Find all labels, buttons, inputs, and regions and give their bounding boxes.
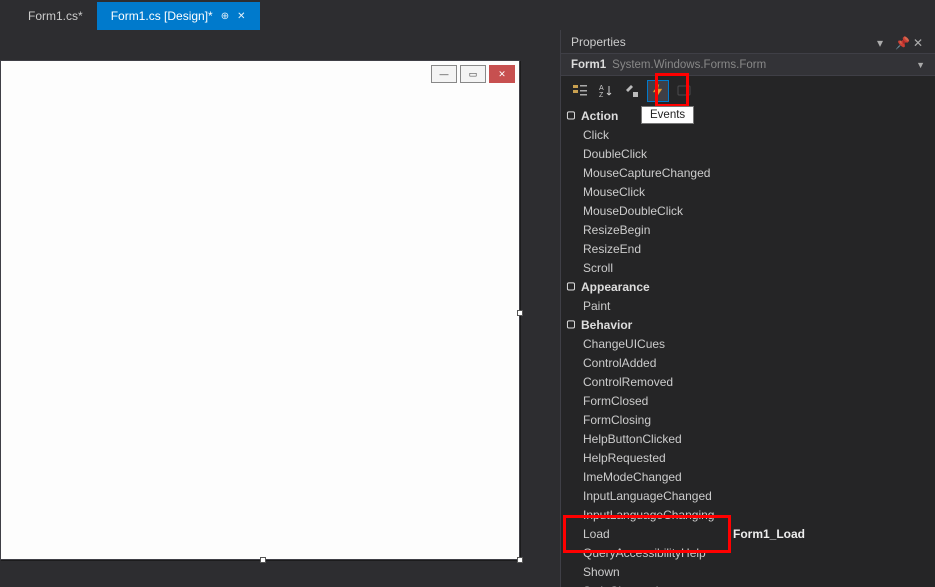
event-name: MouseDoubleClick [561,204,729,218]
category-appearance[interactable]: ▢ Appearance [561,277,935,296]
category-label: Appearance [581,280,650,294]
event-name: Scroll [561,261,729,275]
event-name: MouseClick [561,185,729,199]
collapse-icon[interactable]: ▢ [565,319,577,330]
event-row-inputlanguagechanged[interactable]: InputLanguageChanged [561,486,935,505]
properties-toolbar: AZ Events [561,76,935,106]
category-behavior[interactable]: ▢ Behavior [561,315,935,334]
event-name: HelpButtonClicked [561,432,729,446]
properties-panel: Properties ▾ 📌 ✕ Form1 System.Windows.Fo… [560,30,935,587]
event-name: InputLanguageChanged [561,489,729,503]
event-row-click[interactable]: Click [561,125,935,144]
event-name: ChangeUICues [561,337,729,351]
event-name: ResizeEnd [561,242,729,256]
tab-label: Form1.cs [Design]* [111,9,213,23]
event-row-changeuicues[interactable]: ChangeUICues [561,334,935,353]
properties-panel-header: Properties ▾ 📌 ✕ [561,30,935,54]
events-tooltip: Events [641,106,694,124]
properties-title: Properties [571,35,626,49]
event-name: ResizeBegin [561,223,729,237]
dropdown-icon[interactable]: ▾ [877,36,889,48]
event-name: FormClosed [561,394,729,408]
form-canvas[interactable]: — ▭ ✕ [0,60,520,560]
properties-button[interactable] [621,80,643,102]
pin-icon[interactable]: 📌 [895,36,907,48]
event-name: FormClosing [561,413,729,427]
event-name: QueryAccessibilityHelp [561,546,729,560]
close-icon[interactable]: ✕ [913,36,925,48]
event-name: Shown [561,565,729,579]
minimize-button[interactable]: — [431,65,457,83]
event-row-mousecapturechanged[interactable]: MouseCaptureChanged [561,163,935,182]
svg-text:A: A [599,85,604,92]
tab-form1-design[interactable]: Form1.cs [Design]* ⊕ ✕ [97,2,260,30]
event-name: StyleChanged [561,584,729,587]
categorized-button[interactable] [569,80,591,102]
event-row-formclosing[interactable]: FormClosing [561,410,935,429]
event-row-queryaccessibilityhelp[interactable]: QueryAccessibilityHelp [561,543,935,562]
close-icon[interactable]: ✕ [237,11,245,22]
event-name: Click [561,128,729,142]
resize-grip-s[interactable] [260,557,266,563]
event-row-paint[interactable]: Paint [561,296,935,315]
window-close-button[interactable]: ✕ [489,65,515,83]
selected-object-combo[interactable]: Form1 System.Windows.Forms.Form ▼ [561,54,935,76]
event-name: DoubleClick [561,147,729,161]
chevron-down-icon: ▼ [916,60,925,70]
event-name: ControlAdded [561,356,729,370]
tab-label: Form1.cs* [28,9,83,23]
event-name: MouseCaptureChanged [561,166,729,180]
collapse-icon[interactable]: ▢ [565,281,577,292]
event-name: HelpRequested [561,451,729,465]
resize-grip-e[interactable] [517,310,523,316]
event-row-mousedoubleclick[interactable]: MouseDoubleClick [561,201,935,220]
category-label: Behavior [581,318,632,332]
event-row-controladded[interactable]: ControlAdded [561,353,935,372]
event-row-imemodechanged[interactable]: ImeModeChanged [561,467,935,486]
event-row-scroll[interactable]: Scroll [561,258,935,277]
event-name: Load [561,527,729,541]
event-row-inputlanguagechanging[interactable]: InputLanguageChanging [561,505,935,524]
selected-object-type: System.Windows.Forms.Form [612,59,766,71]
form-titlebar: — ▭ ✕ [428,61,519,87]
tab-form1-cs[interactable]: Form1.cs* [14,2,97,30]
event-name: InputLanguageChanging [561,508,729,522]
event-row-controlremoved[interactable]: ControlRemoved [561,372,935,391]
resize-grip-se[interactable] [517,557,523,563]
messages-button [673,80,695,102]
event-row-resizebegin[interactable]: ResizeBegin [561,220,935,239]
event-row-load[interactable]: LoadForm1_Load [561,524,935,543]
event-name: ImeModeChanged [561,470,729,484]
event-row-helprequested[interactable]: HelpRequested [561,448,935,467]
maximize-button[interactable]: ▭ [460,65,486,83]
category-action[interactable]: ▢ Action [561,106,935,125]
selected-object-name: Form1 [571,59,606,71]
event-name: Paint [561,299,729,313]
event-row-shown[interactable]: Shown [561,562,935,581]
form-designer-surface[interactable]: — ▭ ✕ [0,30,560,587]
document-tabstrip: Form1.cs* Form1.cs [Design]* ⊕ ✕ [0,0,935,30]
pin-icon[interactable]: ⊕ [221,11,229,22]
alphabetical-button[interactable]: AZ [595,80,617,102]
collapse-icon[interactable]: ▢ [565,110,577,121]
event-row-stylechanged[interactable]: StyleChanged [561,581,935,587]
properties-grid[interactable]: ▢ Action Click DoubleClick MouseCaptureChang… [561,106,935,587]
event-row-helpbuttonclicked[interactable]: HelpButtonClicked [561,429,935,448]
event-row-doubleclick[interactable]: DoubleClick [561,144,935,163]
category-label: Action [581,109,618,123]
events-button[interactable] [647,80,669,102]
event-name: ControlRemoved [561,375,729,389]
event-row-mouseclick[interactable]: MouseClick [561,182,935,201]
event-row-resizeend[interactable]: ResizeEnd [561,239,935,258]
event-value[interactable]: Form1_Load [729,527,935,541]
event-row-formclosed[interactable]: FormClosed [561,391,935,410]
svg-text:Z: Z [599,92,604,99]
